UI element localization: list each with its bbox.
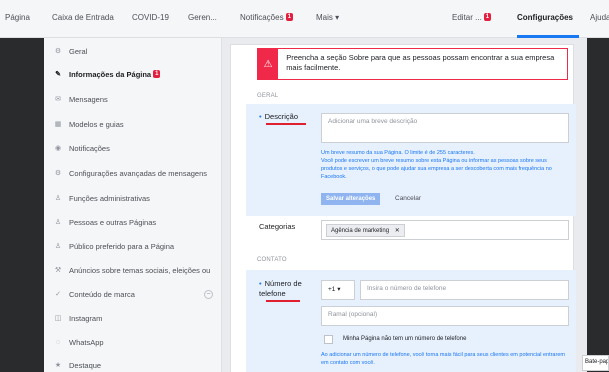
notifications-badge: 1 [285,13,293,21]
warning-text: Preencha a seção Sobre para que as pesso… [286,53,555,72]
grid-icon: ▦ [54,121,62,128]
nav-help[interactable]: Ajuda [590,13,609,22]
settings-sidebar: ⚙ Geral ✎ Informações da Página 1 ✉ Mensagen… [44,38,222,372]
nav-settings[interactable]: Configurações [517,13,573,22]
sidebar-item-whatsapp[interactable]: ◌ WhatsApp [44,331,222,353]
category-tag-label: Agência de marketing [331,228,390,234]
instagram-icon: ◫ [54,315,62,322]
country-code-select[interactable]: +1 ▾ [321,280,355,300]
extension-input[interactable]: Ramal (opcional) [321,306,569,326]
sidebar-item-label: Anúncios sobre temas sociais, eleições o… [69,265,211,275]
sidebar-item-label: Geral [69,46,88,56]
phone-input[interactable]: Insira o número de telefone [360,280,569,300]
gear-icon: ⚙ [54,170,62,177]
remove-tag-icon[interactable]: ✕ [395,228,400,234]
description-label: • Descrição [259,112,298,121]
top-navigation: Página Caixa de Entrada COVID-19 Geren..… [0,0,609,38]
whatsapp-icon: ◌ [55,338,61,346]
sidebar-item-messages[interactable]: ✉ Mensagens [44,88,222,110]
sidebar-item-templates[interactable]: ▦ Modelos e guias [44,113,222,135]
sidebar-item-label: Funções administrativas [69,193,150,203]
collapse-icon[interactable]: − [204,289,213,299]
edit-badge: 1 [483,13,492,21]
sidebar-item-social-issue-ads[interactable]: ⚒ Anúncios sobre temas sociais, eleições … [44,259,222,281]
sidebar-item-instagram[interactable]: ◫ Instagram [44,307,222,329]
sidebar-item-page-roles[interactable]: ♙ Funções administrativas [44,187,222,209]
description-input[interactable]: Adicionar uma breve descrição [321,113,569,143]
sidebar-item-featured[interactable]: ★ Destaque [44,354,222,372]
sidebar-item-label: Configurações avançadas de mensagens [69,168,208,178]
nav-notifications[interactable]: Notificações 1 [240,13,293,22]
phone-underline [266,300,300,302]
sidebar-item-label: Público preferido para a Página [69,241,175,251]
description-underline [266,123,306,125]
nav-edit-label: Editar ... [452,13,482,22]
check-icon: ✓ [55,291,61,298]
people-icon: ♙ [54,219,62,226]
sidebar-item-label: Modelos e guias [69,119,124,129]
sidebar-item-label: WhatsApp [69,337,104,347]
nav-covid[interactable]: COVID-19 [132,13,169,22]
phone-label-text: Número de telefone [259,279,302,298]
chat-tooltip[interactable]: Bate-papo [582,355,609,371]
page-info-badge: 1 [153,70,161,78]
sidebar-item-people-pages[interactable]: ♙ Pessoas e outras Páginas [44,211,222,233]
globe-icon: ◉ [54,145,62,152]
sidebar-item-label: Notificações [69,143,110,153]
wrench-icon: ⚒ [54,267,62,274]
sidebar-item-preferred-audience[interactable]: ♙ Público preferido para a Página [44,235,222,257]
sidebar-item-label: Conteúdo de marca [69,289,135,299]
warning-icon: ⚠ [258,49,279,79]
nav-edit[interactable]: Editar ... 1 [452,13,492,22]
sidebar-item-label: Informações da Página [69,69,152,79]
sidebar-item-notifications[interactable]: ◉ Notificações [44,137,222,159]
nav-page[interactable]: Página [5,13,30,22]
person-icon: ♙ [54,195,62,202]
sidebar-item-advanced-messaging[interactable]: ⚙ Configurações avançadas de mensagens [44,162,222,184]
sidebar-item-label: Mensagens [69,94,108,104]
nav-manage[interactable]: Geren... [188,13,217,22]
nav-more[interactable]: Mais ▾ [316,13,339,22]
category-tag: Agência de marketing ✕ [326,224,405,237]
gear-icon: ⚙ [54,48,62,55]
nav-notifications-label: Notificações [240,13,284,22]
general-section-header: GERAL [257,93,279,99]
pencil-icon: ✎ [55,71,61,78]
contact-section-header: CONTATO [257,257,287,263]
sidebar-item-page-info[interactable]: ✎ Informações da Página 1 [44,63,222,85]
phone-label: • Número de telefone [259,279,302,298]
save-changes-button[interactable]: Salvar alterações [321,193,381,205]
sidebar-item-label: Destaque [69,360,102,370]
people-icon: ♙ [54,243,62,250]
no-phone-checkbox[interactable] [324,335,333,344]
sidebar-item-general[interactable]: ⚙ Geral [44,40,222,62]
phone-help-text: Ao adicionar um número de telefone, você… [321,352,565,366]
categories-label: Categorias [259,222,296,231]
sidebar-item-label: Instagram [69,313,103,323]
cancel-button[interactable]: Cancelar [395,195,421,202]
nav-inbox[interactable]: Caixa de Entrada [52,13,114,22]
description-help-text: Um breve resumo da sua Página. O limite … [321,150,552,180]
description-label-text: Descrição [264,112,298,121]
sidebar-item-branded-content[interactable]: ✓ Conteúdo de marca − [44,283,222,305]
chat-icon: ✉ [55,96,61,103]
warning-banner: ⚠ Preencha a seção Sobre para que as pes… [257,48,568,80]
sidebar-item-label: Pessoas e outras Páginas [69,217,157,227]
star-icon: ★ [54,362,62,369]
no-phone-label: Minha Página não tem um número de telefo… [343,336,467,342]
